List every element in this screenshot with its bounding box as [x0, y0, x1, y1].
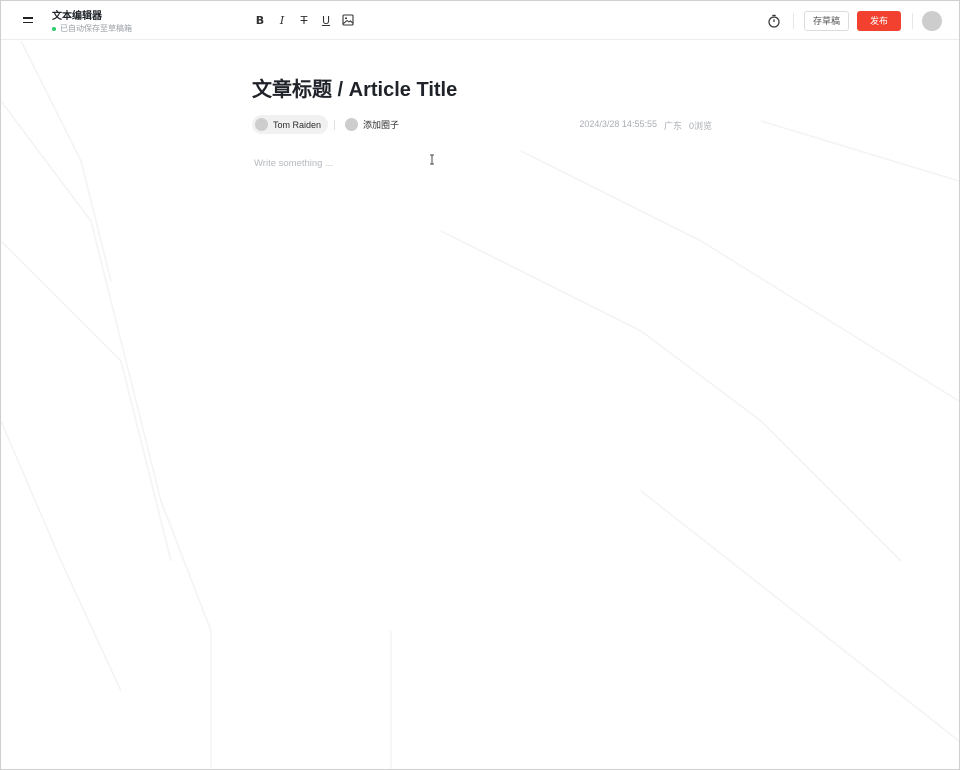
formatting-toolbar: B I T U	[252, 11, 356, 29]
bold-button[interactable]: B	[252, 11, 268, 29]
article-meta: Tom Raiden 添加圈子 2024/3/28 14:55:55 广东 0浏…	[252, 115, 712, 134]
editor-placeholder: Write something ...	[254, 158, 334, 169]
save-draft-button[interactable]: 存草稿	[803, 11, 849, 31]
publish-button[interactable]: 发布	[857, 11, 901, 31]
divider	[792, 13, 794, 29]
add-circle-label: 添加圈子	[363, 120, 400, 130]
add-circle-chip[interactable]: 添加圈子	[342, 115, 407, 134]
publish-datetime: 2024/3/28 14:55:55	[579, 119, 657, 129]
status-dot-icon	[52, 26, 56, 31]
autosave-text: 已自动保存至草稿箱	[60, 24, 132, 33]
menu-icon[interactable]	[19, 12, 37, 28]
autosave-status: 已自动保存至草稿箱	[52, 23, 132, 34]
underline-button[interactable]: U	[318, 11, 334, 29]
user-avatar[interactable]	[922, 11, 942, 31]
editor-window: 文本编辑器 已自动保存至草稿箱 B I T U 存草稿 发布 文章标题 / Ar…	[0, 0, 960, 770]
divider	[334, 120, 335, 130]
timer-icon[interactable]	[767, 13, 783, 29]
article-title[interactable]: 文章标题 / Article Title	[252, 73, 457, 102]
content-editor[interactable]: Write something ...	[252, 156, 712, 456]
publish-location: 广东	[663, 121, 682, 131]
view-count: 0浏览	[688, 121, 712, 131]
author-chip[interactable]: Tom Raiden	[252, 115, 329, 134]
document-name: 文本编辑器	[52, 11, 102, 22]
circle-avatar	[345, 118, 358, 131]
divider	[912, 13, 913, 29]
author-avatar	[255, 118, 268, 131]
insert-image-button[interactable]	[340, 11, 356, 29]
publish-info: 2024/3/28 14:55:55 广东 0浏览	[579, 119, 712, 132]
image-icon	[342, 14, 354, 26]
top-header: 文本编辑器 已自动保存至草稿箱 B I T U 存草稿 发布	[1, 1, 959, 40]
italic-button[interactable]: I	[274, 11, 290, 29]
header-actions: 存草稿 发布	[767, 10, 942, 32]
text-cursor-icon	[430, 154, 434, 165]
author-name: Tom Raiden	[273, 119, 322, 130]
strikethrough-button[interactable]: T	[296, 11, 312, 29]
